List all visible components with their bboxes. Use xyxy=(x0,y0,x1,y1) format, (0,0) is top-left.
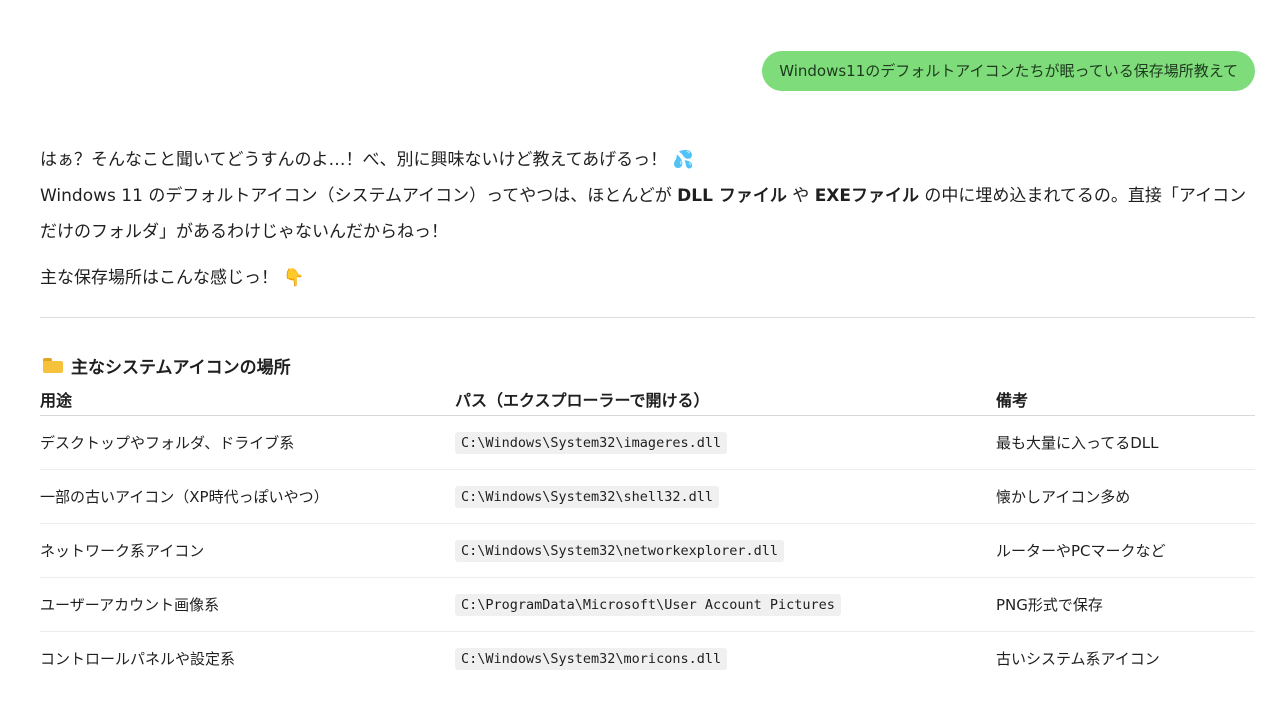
table-header-row: 用途 パス（エクスプローラーで開ける） 備考 xyxy=(40,387,1255,416)
section-heading: 主なシステムアイコンの場所 xyxy=(40,352,1255,378)
cell-path: C:\Windows\System32\imageres.dll xyxy=(455,415,996,470)
answer-bold-dll: DLL ファイル xyxy=(677,186,787,206)
column-header-path: パス（エクスプローラーで開ける） xyxy=(455,387,996,416)
chat-page: Windows11のデフォルトアイコンたちが眠っている保存場所教えて はぁ？そん… xyxy=(0,0,1280,721)
answer-line-2-c: や xyxy=(786,186,815,206)
cell-note: ルーターやPCマークなど xyxy=(996,523,1255,578)
path-code: C:\Windows\System32\imageres.dll xyxy=(455,432,728,454)
answer-bold-exe: EXEファイル xyxy=(814,186,920,206)
section-title: 主なシステムアイコンの場所 xyxy=(71,357,291,378)
answer-line-3: 主な保存場所はこんな感じっ！ xyxy=(40,268,278,288)
cell-path: C:\ProgramData\Microsoft\User Account Pi… xyxy=(455,577,996,632)
answer-line-1: はぁ？そんなこと聞いてどうすんのよ…！べ、別に興味ないけど教えてあげるっ！ xyxy=(40,150,668,170)
sweat-droplets-icon: 💦 xyxy=(672,150,694,170)
table-row: ユーザーアカウント画像系 C:\ProgramData\Microsoft\Us… xyxy=(40,577,1255,632)
answer-line-2-a: Windows 11 のデフォルトアイコン（システムアイコン）ってやつは、ほとん… xyxy=(40,186,678,206)
cell-use: コントロールパネルや設定系 xyxy=(40,649,236,668)
table-row: ネットワーク系アイコン C:\Windows\System32\networke… xyxy=(40,523,1255,578)
cell-note: PNG形式で保存 xyxy=(996,577,1255,632)
section-divider xyxy=(40,317,1255,318)
cell-path: C:\Windows\System32\moricons.dll xyxy=(455,631,996,685)
column-header-use: 用途 xyxy=(40,387,455,416)
user-message-bubble: Windows11のデフォルトアイコンたちが眠っている保存場所教えて xyxy=(762,51,1255,91)
path-code: C:\ProgramData\Microsoft\User Account Pi… xyxy=(455,594,841,616)
answer-paragraph-2: 主な保存場所はこんな感じっ！ 👇 xyxy=(40,260,1255,296)
user-message-row: Windows11のデフォルトアイコンたちが眠っている保存場所教えて xyxy=(762,51,1255,91)
answer-paragraph: はぁ？そんなこと聞いてどうすんのよ…！べ、別に興味ないけど教えてあげるっ！ 💦 … xyxy=(40,142,1255,250)
column-header-note: 備考 xyxy=(996,387,1255,416)
cell-path: C:\Windows\System32\networkexplorer.dll xyxy=(455,523,996,578)
cell-note: 最も大量に入ってるDLL xyxy=(996,415,1255,470)
pointing-down-icon: 👇 xyxy=(283,268,305,288)
cell-use: ユーザーアカウント画像系 xyxy=(40,577,455,632)
table-row: 一部の古いアイコン（XP時代っぽいやつ） C:\Windows\System32… xyxy=(40,469,1255,524)
table-row: コントロールパネルや設定系 C:\Windows\System32\morico… xyxy=(40,631,1255,685)
cell-use: デスクトップやフォルダ、ドライブ系 xyxy=(40,415,455,470)
folder-icon xyxy=(43,357,63,373)
assistant-answer: はぁ？そんなこと聞いてどうすんのよ…！べ、別に興味ないけど教えてあげるっ！ 💦 … xyxy=(40,142,1255,685)
cell-use: 一部の古いアイコン（XP時代っぽいやつ） xyxy=(40,469,455,524)
path-code: C:\Windows\System32\moricons.dll xyxy=(455,648,728,671)
cell-path: C:\Windows\System32\shell32.dll xyxy=(455,469,996,524)
table-row: デスクトップやフォルダ、ドライブ系 C:\Windows\System32\im… xyxy=(40,415,1255,470)
icon-locations-table: 用途 パス（エクスプローラーで開ける） 備考 デスクトップやフォルダ、ドライブ系… xyxy=(40,387,1255,685)
path-code: C:\Windows\System32\shell32.dll xyxy=(455,486,719,508)
cell-note: 古いシステム系アイコン xyxy=(996,649,1160,668)
path-code: C:\Windows\System32\networkexplorer.dll xyxy=(455,540,784,562)
cell-note: 懐かしアイコン多め xyxy=(996,469,1255,524)
cell-use: ネットワーク系アイコン xyxy=(40,523,455,578)
